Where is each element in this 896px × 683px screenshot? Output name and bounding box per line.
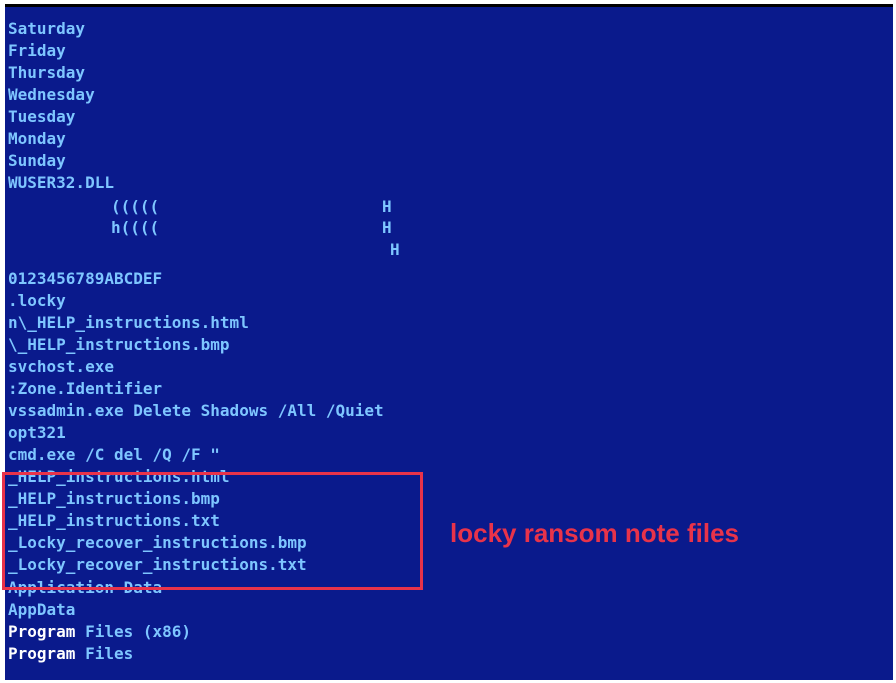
string-line: Friday <box>8 41 66 60</box>
string-line: cmd.exe /C del /Q /F " <box>8 445 220 464</box>
string-segment: Program <box>8 644 76 663</box>
string-segment: Program <box>8 622 76 641</box>
string-line: Program Files (x86) <box>8 621 191 643</box>
hex-fragment: H <box>382 218 392 237</box>
hex-fragment: h(((( <box>111 218 169 237</box>
hex-fragment: ((((( <box>111 197 169 216</box>
string-line: .locky <box>8 291 66 310</box>
string-line: opt321 <box>8 423 66 442</box>
string-line: Tuesday <box>8 107 76 126</box>
string-line: vssadmin.exe Delete Shadows /All /Quiet <box>8 401 384 420</box>
string-line: Sunday <box>8 151 66 170</box>
string-line: Saturday <box>8 19 86 38</box>
string-segment: Files <box>75 644 134 663</box>
string-line: Wednesday <box>8 85 95 104</box>
string-line: WUSER32.DLL <box>8 173 114 192</box>
string-line: Monday <box>8 129 66 148</box>
string-line: Program Files <box>8 643 133 665</box>
string-line: AppData <box>8 600 76 619</box>
console-top-border <box>5 4 893 7</box>
string-line: svchost.exe <box>8 357 114 376</box>
hex-fragment: H <box>390 240 400 259</box>
screenshot-frame: Saturday Friday Thursday Wednesday Tuesd… <box>0 0 896 683</box>
string-line: n\_HELP_instructions.html <box>8 313 249 332</box>
string-line: \_HELP_instructions.bmp <box>8 335 230 354</box>
annotation-label: locky ransom note files <box>450 518 739 548</box>
string-line: Thursday <box>8 63 86 82</box>
hex-fragment: H <box>382 197 392 216</box>
string-segment: Files (x86) <box>75 622 192 641</box>
string-line: :Zone.Identifier <box>8 379 163 398</box>
ransom-note-highlight-box <box>2 472 423 590</box>
string-line: 0123456789ABCDEF <box>8 269 163 288</box>
